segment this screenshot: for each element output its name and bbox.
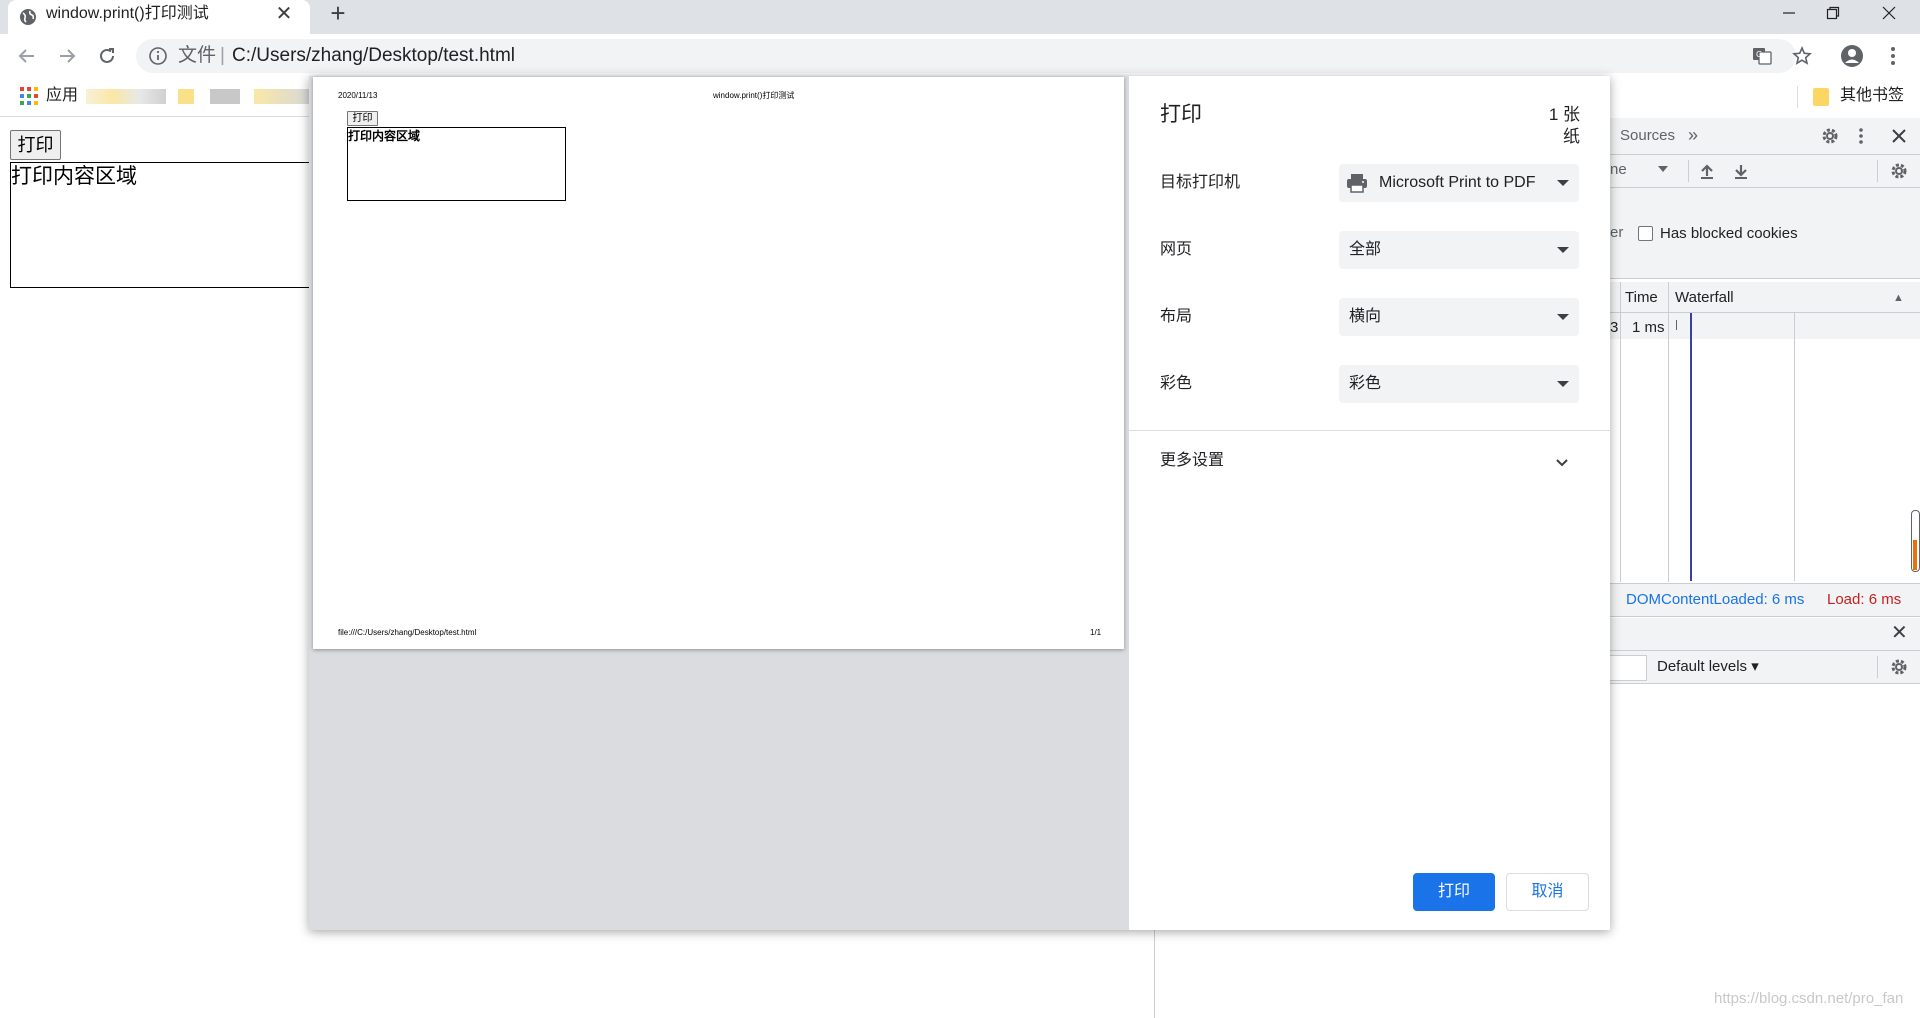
dropdown-caret-icon: [1557, 314, 1569, 320]
preview-page-number: 1/1: [1090, 628, 1102, 637]
blurred-bookmark[interactable]: [86, 89, 166, 104]
preview-header-title: window.print()打印测试: [713, 91, 795, 100]
devtools-menu-icon[interactable]: [1858, 126, 1866, 146]
throttle-partial-text[interactable]: ne: [1610, 161, 1627, 178]
destination-label: 目标打印机: [1160, 174, 1241, 191]
globe-icon: [20, 9, 36, 25]
print-content-text: 打印内容区域: [11, 165, 137, 188]
destination-value: Microsoft Print to PDF: [1379, 174, 1536, 191]
dom-content-loaded-text: DOMContentLoaded: 6 ms: [1626, 591, 1805, 608]
restore-icon[interactable]: [1810, 0, 1856, 26]
preview-header-date: 2020/11/13: [338, 91, 378, 100]
watermark-text: https://blog.csdn.net/pro_fan: [1714, 990, 1904, 1007]
pages-value: 全部: [1349, 241, 1382, 258]
pages-label: 网页: [1160, 241, 1193, 258]
filter-partial-text: er: [1610, 224, 1624, 241]
dialog-title: 打印: [1160, 103, 1202, 126]
toolbar-divider: [1877, 656, 1878, 678]
url-text[interactable]: C:/Users/zhang/Desktop/test.html: [232, 44, 515, 68]
column-time-header[interactable]: Time: [1625, 288, 1658, 308]
blurred-bookmark[interactable]: [178, 89, 194, 104]
url-separator: |: [220, 45, 225, 66]
upload-icon[interactable]: [1698, 162, 1716, 180]
column-divider: [1668, 282, 1669, 582]
info-icon[interactable]: [148, 46, 168, 66]
console-settings-icon[interactable]: [1889, 657, 1909, 677]
new-tab-button[interactable]: +: [322, 0, 354, 28]
printer-icon: [1346, 173, 1368, 193]
sort-ascending-icon[interactable]: ▲: [1893, 292, 1904, 304]
layout-value: 横向: [1349, 308, 1382, 325]
dropdown-caret-icon: [1557, 180, 1569, 186]
more-tabs-icon[interactable]: »: [1688, 124, 1698, 146]
waterfall-bar: [1676, 320, 1677, 330]
toolbar-divider: [1688, 160, 1689, 182]
back-icon[interactable]: [11, 40, 43, 72]
svg-text:G: G: [1756, 50, 1762, 59]
print-button[interactable]: 打印: [1413, 873, 1495, 911]
reload-icon[interactable]: [91, 40, 123, 72]
more-settings-toggle[interactable]: 更多设置: [1160, 450, 1224, 472]
scrollbar-marker: [1913, 540, 1917, 570]
tab-title: window.print()打印测试: [46, 5, 209, 22]
load-time-text: Load: 6 ms: [1827, 591, 1902, 608]
network-toolbar: [1610, 155, 1920, 188]
print-settings-panel: [1129, 76, 1610, 930]
devtools-close-icon[interactable]: [1889, 126, 1909, 146]
waterfall-gridline: [1794, 313, 1795, 581]
forward-icon[interactable]: [51, 40, 83, 72]
dropdown-caret-icon: [1557, 247, 1569, 253]
network-row-time: 1 ms: [1632, 319, 1665, 336]
cancel-button[interactable]: 取消: [1506, 873, 1589, 911]
throttle-dropdown-caret[interactable]: [1658, 166, 1668, 172]
tab-close-icon[interactable]: ✕: [272, 2, 296, 26]
bookmark-divider: [1797, 86, 1798, 108]
color-label: 彩色: [1160, 375, 1193, 392]
url-scheme-label: 文件: [178, 45, 217, 66]
settings-divider: [1129, 430, 1610, 431]
panel-divider: [1154, 930, 1155, 1018]
color-value: 彩色: [1349, 375, 1382, 392]
has-blocked-cookies-checkbox[interactable]: [1638, 226, 1653, 241]
blurred-bookmark[interactable]: [210, 89, 240, 104]
minimize-icon[interactable]: [1766, 0, 1812, 26]
log-levels-dropdown[interactable]: Default levels ▾: [1657, 657, 1759, 677]
devtools-tab-sources[interactable]: Sources: [1620, 126, 1675, 146]
translate-icon[interactable]: G: [1748, 42, 1776, 70]
menu-icon[interactable]: [1879, 42, 1907, 70]
column-waterfall-header[interactable]: Waterfall: [1675, 288, 1734, 308]
network-row-partial-cell: 3: [1610, 319, 1619, 336]
blurred-bookmark[interactable]: [254, 89, 310, 104]
network-settings-icon[interactable]: [1889, 161, 1909, 181]
dom-content-loaded-line: [1690, 313, 1692, 581]
chevron-down-icon[interactable]: [1554, 454, 1570, 470]
preview-content-text: 打印内容区域: [348, 129, 421, 143]
has-blocked-cookies-label: Has blocked cookies: [1660, 225, 1798, 242]
preview-print-button: 打印: [347, 111, 378, 126]
apps-grid-icon[interactable]: [20, 87, 38, 105]
preview-footer-url: file:///C:/Users/zhang/Desktop/test.html: [338, 628, 477, 637]
star-icon[interactable]: [1788, 42, 1816, 70]
sheet-count: 1 张纸: [1548, 105, 1580, 146]
folder-icon: [1813, 88, 1829, 106]
apps-bookmark-label[interactable]: 应用: [46, 86, 78, 106]
settings-gear-icon[interactable]: [1820, 126, 1840, 146]
toolbar-divider: [1877, 160, 1878, 182]
close-window-icon[interactable]: [1866, 0, 1912, 26]
column-divider: [1620, 282, 1621, 582]
account-icon[interactable]: [1838, 42, 1866, 70]
download-icon[interactable]: [1732, 162, 1750, 180]
other-bookmarks-label[interactable]: 其他书签: [1840, 86, 1904, 106]
page-print-button[interactable]: 打印: [10, 130, 61, 160]
layout-label: 布局: [1160, 308, 1193, 325]
console-filter-input[interactable]: [1610, 655, 1647, 681]
dropdown-caret-icon: [1557, 381, 1569, 387]
drawer-close-icon[interactable]: ✕: [1891, 622, 1908, 644]
drawer-header: [1610, 618, 1920, 651]
